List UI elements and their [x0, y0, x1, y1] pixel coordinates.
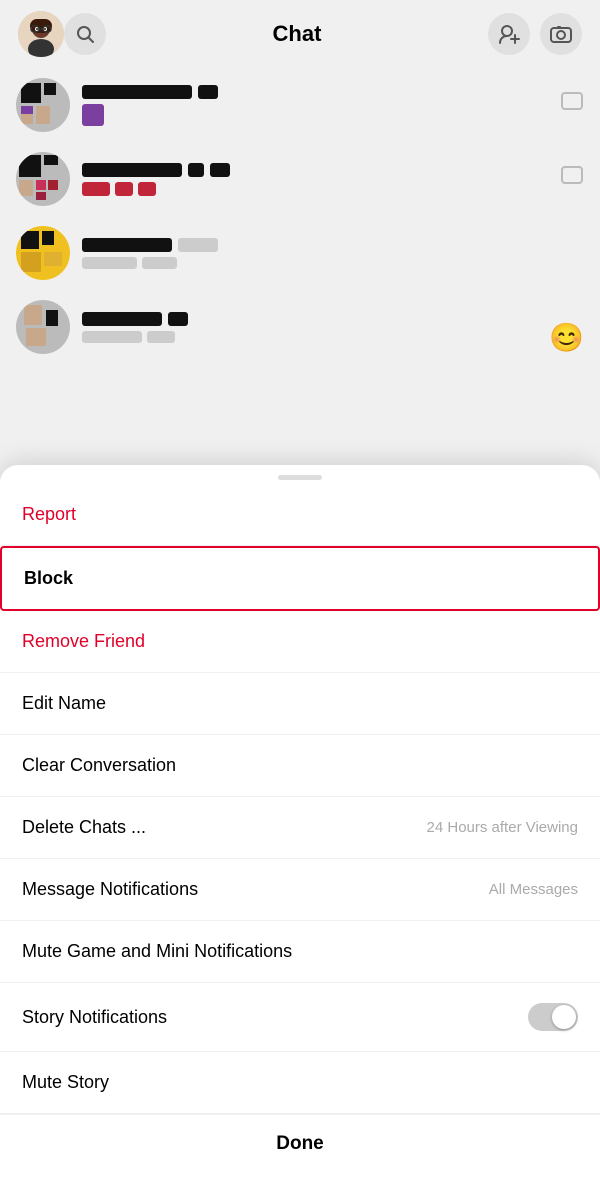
chat-preview-red: [82, 182, 110, 196]
camera-button[interactable]: [540, 13, 582, 55]
chat-name: [82, 85, 192, 99]
mute-game-menu-item[interactable]: Mute Game and Mini Notifications: [0, 921, 600, 983]
delete-chats-value: 24 Hours after Viewing: [427, 819, 578, 836]
action-sheet: Report Block Remove Friend Edit Name Cle…: [0, 465, 600, 1183]
story-notifications-label: Story Notifications: [22, 1007, 167, 1028]
block-menu-item[interactable]: Block: [0, 546, 600, 611]
story-notifications-toggle[interactable]: [528, 1003, 578, 1031]
chat-info: [82, 238, 584, 269]
chat-time: [210, 163, 230, 177]
chat-preview2: [142, 257, 177, 269]
sheet-handle: [278, 475, 322, 480]
done-label: Done: [276, 1133, 324, 1155]
chat-time: [168, 312, 188, 326]
story-notifications-menu-item[interactable]: Story Notifications: [0, 983, 600, 1052]
mute-game-label: Mute Game and Mini Notifications: [22, 941, 292, 962]
chat-preview-icon: [82, 104, 104, 126]
avatar: [16, 226, 70, 280]
chat-item[interactable]: 😊: [0, 290, 600, 364]
delete-chats-label: Delete Chats ...: [22, 817, 146, 838]
search-button[interactable]: [64, 13, 106, 55]
chat-name: [82, 312, 162, 326]
message-notifications-value: All Messages: [489, 881, 578, 898]
avatar: [16, 300, 70, 354]
chat-time: [198, 85, 218, 99]
add-friend-button[interactable]: [488, 13, 530, 55]
chat-preview2: [147, 331, 175, 343]
message-notifications-menu-item[interactable]: Message Notifications All Messages: [0, 859, 600, 921]
block-label: Block: [24, 568, 73, 589]
chat-preview: [82, 257, 137, 269]
edit-name-label: Edit Name: [22, 693, 106, 714]
chat-item[interactable]: [0, 142, 600, 216]
user-avatar[interactable]: [18, 11, 64, 57]
clear-conversation-label: Clear Conversation: [22, 755, 176, 776]
chat-time: [178, 238, 218, 252]
toggle-thumb: [552, 1005, 576, 1029]
chat-info: [82, 312, 584, 343]
chat-preview: [82, 331, 142, 343]
chat-item[interactable]: [0, 68, 600, 142]
mute-story-label: Mute Story: [22, 1072, 109, 1093]
top-bar: Chat: [0, 0, 600, 68]
page-title: Chat: [106, 21, 488, 47]
header-actions: [488, 13, 582, 55]
chat-item[interactable]: [0, 216, 600, 290]
remove-friend-label: Remove Friend: [22, 631, 145, 652]
report-menu-item[interactable]: Report: [0, 484, 600, 546]
message-notifications-label: Message Notifications: [22, 879, 198, 900]
chat-bubble-icon: [560, 90, 584, 120]
avatar: [16, 152, 70, 206]
report-label: Report: [22, 504, 76, 525]
done-button[interactable]: Done: [0, 1114, 600, 1183]
chat-preview-red3: [138, 182, 156, 196]
avatar: [16, 78, 70, 132]
chat-name: [82, 163, 182, 177]
edit-name-menu-item[interactable]: Edit Name: [0, 673, 600, 735]
clear-conversation-menu-item[interactable]: Clear Conversation: [0, 735, 600, 797]
chat-name: [82, 238, 172, 252]
emoji-icon: 😊: [549, 321, 584, 354]
chat-info: [82, 85, 548, 126]
chat-preview-red2: [115, 182, 133, 196]
chat-time-dot: [188, 163, 204, 177]
remove-friend-menu-item[interactable]: Remove Friend: [0, 611, 600, 673]
chat-info: [82, 163, 548, 196]
chat-bubble-icon: [560, 164, 584, 194]
mute-story-menu-item[interactable]: Mute Story: [0, 1052, 600, 1114]
chat-list: 😊: [0, 68, 600, 370]
delete-chats-menu-item[interactable]: Delete Chats ... 24 Hours after Viewing: [0, 797, 600, 859]
